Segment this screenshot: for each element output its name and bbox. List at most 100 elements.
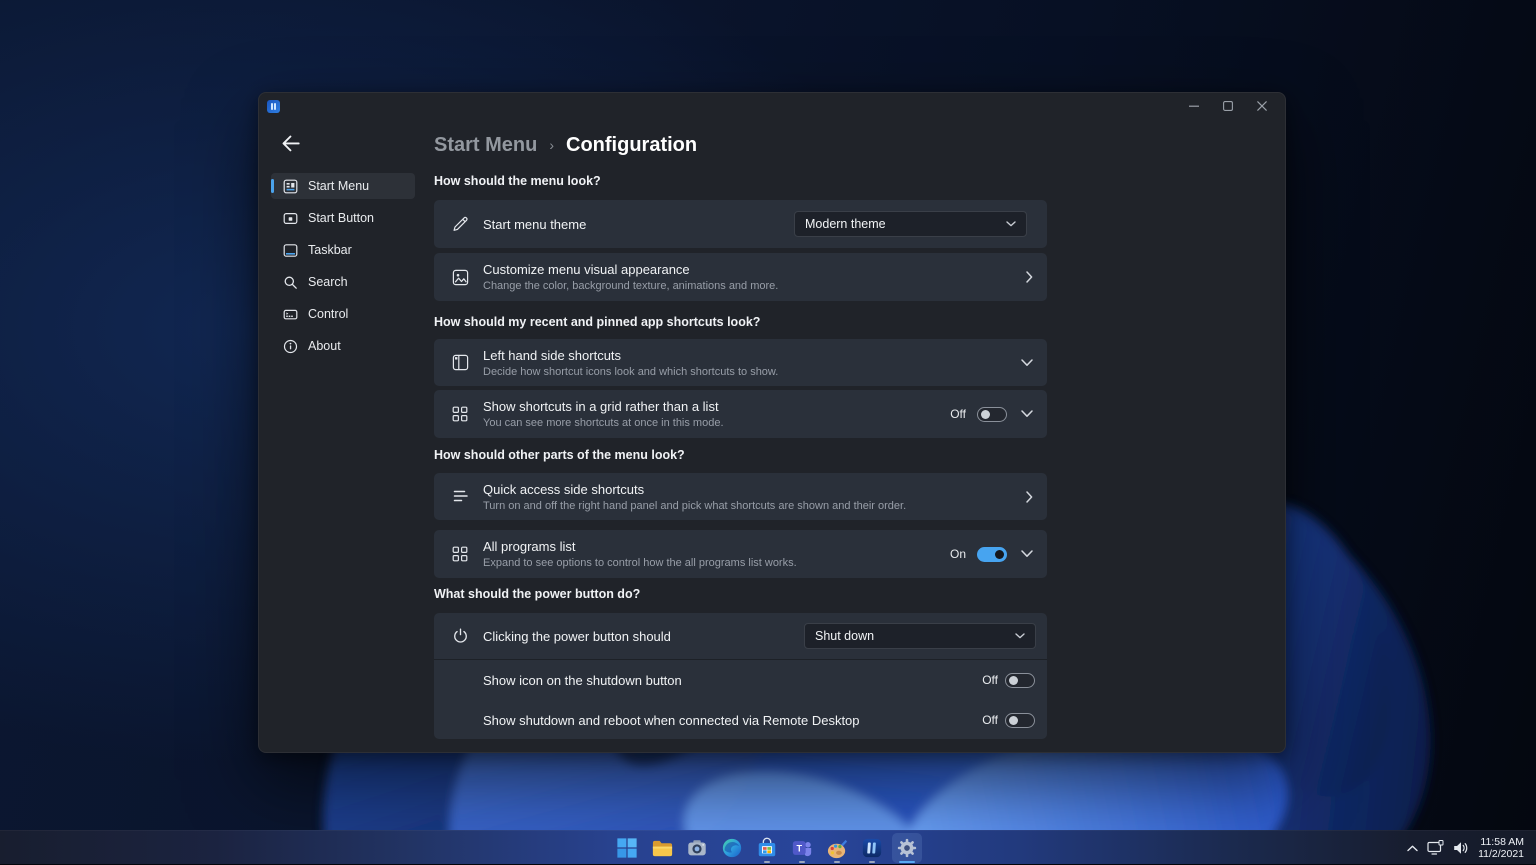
setting-title: Show shortcuts in a grid rather than a l… [483,399,724,414]
setting-subtitle: Expand to see options to control how the… [483,557,797,569]
setting-row-customize-appearance[interactable]: Customize menu visual appearance Change … [434,253,1047,301]
edge-icon[interactable] [720,831,744,865]
toggle-state-label: Off [982,713,998,727]
grid-icon [451,545,469,563]
sidebar-item-control[interactable]: Control [271,301,415,327]
setting-subtitle: You can see more shortcuts at once in th… [483,417,724,429]
setting-row-start-menu-theme[interactable]: Start menu theme Modern theme [434,200,1047,248]
close-button[interactable] [1245,93,1279,119]
start11-app-icon [267,100,280,113]
lines-icon [451,488,469,506]
image-icon [451,268,469,286]
setting-subtitle: Decide how shortcut icons look and which… [483,366,778,378]
setting-title: Show shutdown and reboot when connected … [483,713,860,728]
taskbar-clock[interactable]: 11:58 AM 11/2/2021 [1478,836,1524,861]
setting-title: Start menu theme [483,217,586,232]
setting-row-power-button[interactable]: Clicking the power button should Shut do… [434,613,1047,659]
chevron-down-icon[interactable] [1021,410,1033,418]
minimize-button[interactable] [1177,93,1211,119]
breadcrumb: Start Menu › Configuration [434,130,697,160]
toggle-state-label: Off [950,407,966,421]
chevron-up-icon[interactable] [1407,845,1418,852]
paint-icon[interactable] [825,831,849,865]
chevron-down-icon [1015,633,1025,639]
search-icon [282,274,298,290]
pencil-icon [451,215,469,233]
clock-date: 11/2/2021 [1478,848,1524,861]
control-icon [282,306,298,322]
running-indicator [764,861,770,864]
grid-shortcuts-toggle[interactable] [977,407,1007,422]
setting-row-quick-access-shortcuts[interactable]: Quick access side shortcuts Turn on and … [434,473,1047,520]
start11-configuration-window: Start Menu › Configuration Start Menu St… [258,92,1286,753]
sidebar-item-label: About [308,339,341,353]
toggle-state-label: Off [982,673,998,687]
breadcrumb-separator-icon: › [549,137,554,153]
page-title: Configuration [566,134,697,157]
volume-icon[interactable] [1453,841,1469,855]
selection-indicator [271,179,274,193]
section-header: How should my recent and pinned app shor… [434,315,1047,329]
sidebar-item-search[interactable]: Search [271,269,415,295]
maximize-button[interactable] [1211,93,1245,119]
chevron-right-icon[interactable] [1026,271,1033,283]
layout-left-icon [451,354,469,372]
sidebar-item-start-button[interactable]: Start Button [271,205,415,231]
setting-row-all-programs-list[interactable]: All programs list Expand to see options … [434,530,1047,578]
section-header: What should the power button do? [434,587,1047,601]
file-explorer-icon[interactable] [650,831,674,865]
sidebar-item-label: Search [308,275,348,289]
setting-subtitle: Turn on and off the right hand panel and… [483,500,906,512]
power-action-dropdown[interactable]: Shut down [804,623,1036,649]
chevron-down-icon[interactable] [1021,550,1033,558]
sidebar-item-label: Start Menu [308,179,369,193]
settings-gear-icon[interactable] [895,831,919,865]
network-icon[interactable] [1427,840,1444,856]
camera-icon[interactable] [685,831,709,865]
setting-title: Show icon on the shutdown button [483,673,682,688]
setting-row-grid-shortcuts[interactable]: Show shortcuts in a grid rather than a l… [434,390,1047,438]
windows-start-icon[interactable] [615,831,639,865]
about-icon [282,338,298,354]
chevron-down-icon[interactable] [1021,359,1033,367]
sidebar-item-about[interactable]: About [271,333,415,359]
sidebar-item-label: Control [308,307,348,321]
back-arrow-icon[interactable] [280,133,302,155]
setting-title: All programs list [483,539,797,554]
theme-dropdown-value: Modern theme [805,217,886,231]
setting-row-remote-desktop[interactable]: Show shutdown and reboot when connected … [434,700,1047,740]
setting-row-left-hand-shortcuts[interactable]: Left hand side shortcuts Decide how shor… [434,339,1047,386]
taskbar: T 11:58 AM 11/2/2021 [0,830,1536,864]
sidebar-item-taskbar[interactable]: Taskbar [271,237,415,263]
section-header: How should the menu look? [434,174,1047,188]
breadcrumb-parent[interactable]: Start Menu [434,134,537,157]
all-programs-toggle[interactable] [977,547,1007,562]
teams-icon[interactable]: T [790,831,814,865]
start-button-icon [282,210,298,226]
svg-text:T: T [796,844,802,854]
toggle-state-label: On [950,547,966,561]
sidebar-item-start-menu[interactable]: Start Menu [271,173,415,199]
section-header: How should other parts of the menu look? [434,448,1047,462]
theme-dropdown[interactable]: Modern theme [794,211,1027,237]
sidebar-item-label: Start Button [308,211,374,225]
taskbar-icon [282,242,298,258]
start-menu-icon [282,178,298,194]
running-indicator [834,861,840,864]
remote-desktop-toggle[interactable] [1005,713,1035,728]
setting-title: Left hand side shortcuts [483,348,778,363]
start11-icon[interactable] [860,831,884,865]
power-button-subsettings-panel: Show icon on the shutdown button Off Sho… [434,659,1047,739]
chevron-right-icon[interactable] [1026,491,1033,503]
window-titlebar[interactable] [259,93,1285,119]
power-icon [451,627,469,645]
store-icon[interactable] [755,831,779,865]
sidebar-item-label: Taskbar [308,243,352,257]
setting-title: Customize menu visual appearance [483,262,778,277]
shutdown-icon-toggle[interactable] [1005,673,1035,688]
setting-subtitle: Change the color, background texture, an… [483,280,778,292]
grid-icon [451,405,469,423]
setting-row-shutdown-icon[interactable]: Show icon on the shutdown button Off [434,660,1047,700]
setting-title: Quick access side shortcuts [483,482,906,497]
clock-time: 11:58 AM [1478,836,1524,849]
